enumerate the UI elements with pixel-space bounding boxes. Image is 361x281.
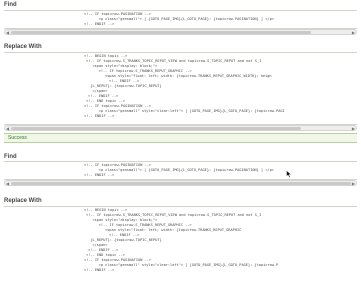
scroll-thumb[interactable] (11, 31, 311, 34)
replace-code-block-1[interactable]: <!-- BEGIN topic --> <!-- IF topicrow.S_… (4, 52, 357, 125)
code-line: <p class="gensmall"> [ {GOTO_PAGE_IMG}{L… (90, 17, 274, 21)
replace-horizontal-scrollbar-1[interactable]: ◀ ▶ (4, 125, 357, 131)
find-horizontal-scrollbar-2[interactable]: ◀ ▶ (4, 180, 357, 186)
scroll-left-arrow-icon[interactable]: ◀ (6, 30, 9, 35)
scroll-right-arrow-icon[interactable]: ▶ (352, 30, 355, 35)
scroll-right-arrow-icon[interactable]: ▶ (352, 181, 355, 186)
scroll-thumb[interactable] (11, 127, 301, 130)
replace-with-heading-2: Replace With (4, 198, 42, 204)
code-line: <!-- ENDIF --> (84, 268, 115, 272)
replace-with-heading-1: Replace With (4, 44, 42, 50)
code-line: <p class="gensmall" style="clear:left"> … (90, 109, 285, 113)
code-line: <p class="gensmall"> [ {GOTO_PAGE_IMG}{L… (90, 168, 274, 172)
scroll-thumb[interactable] (11, 182, 351, 185)
mouse-cursor-icon (286, 170, 292, 178)
find-heading-1: Find (4, 2, 17, 8)
success-status-bar: Success (4, 133, 357, 143)
code-line: <!-- ENDIF --> (84, 173, 115, 177)
scroll-left-arrow-icon[interactable]: ◀ (6, 181, 9, 186)
success-label: Success (8, 135, 27, 141)
find-code-block-2[interactable]: <!-- IF topicrow.PAGINATION --> <p class… (4, 161, 357, 180)
find-horizontal-scrollbar-1[interactable]: ◀ ▶ (4, 29, 357, 35)
replace-code-block-2[interactable]: <!-- BEGIN topic --> <!-- IF topicrow.S_… (4, 206, 357, 281)
code-line: <p class="gensmall" style="clear:left"> … (90, 263, 279, 267)
code-line: <!-- ENDIF --> (84, 22, 115, 26)
find-code-block-1[interactable]: <!-- IF topicrow.PAGINATION --> <p class… (4, 10, 357, 29)
find-heading-2: Find (4, 154, 17, 160)
scroll-right-arrow-icon[interactable]: ▶ (352, 126, 355, 131)
scroll-left-arrow-icon[interactable]: ◀ (6, 126, 9, 131)
code-line: <!-- ENDIF --> (84, 114, 115, 118)
